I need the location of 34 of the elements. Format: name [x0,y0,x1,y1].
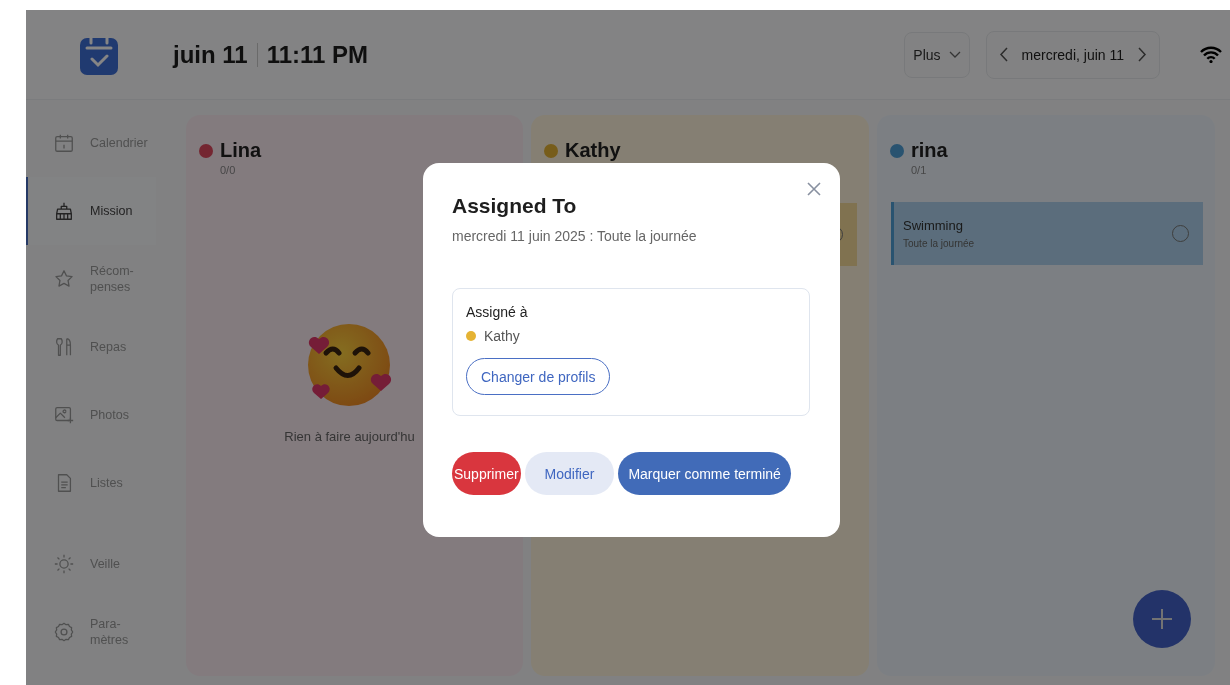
assigned-label: Assigné à [466,304,528,320]
dialog-title: Assigned To [452,194,578,218]
task-title: Swimming [903,218,964,233]
sun-icon [53,553,75,575]
edit-button[interactable]: Modifier [524,452,615,495]
current-date-label: mercredi, juin 11 [1021,46,1124,63]
plus-icon [1151,608,1173,630]
header-date: juin 11 [173,40,248,69]
add-button[interactable] [1133,590,1191,648]
header-time: 11:11 PM [266,40,369,69]
chevron-left-icon [998,47,1008,62]
person-name: Kathy [565,139,621,162]
calendar-icon [53,132,75,154]
more-dropdown[interactable]: Plus [904,31,970,78]
close-button[interactable] [806,181,822,197]
chevron-down-icon [948,50,961,59]
mark-done-button[interactable]: Marquer comme terminé [618,452,791,495]
previous-day-button[interactable] [998,47,1008,62]
person-name: Lina [220,139,262,162]
delete-button[interactable]: Supprimer [452,452,521,495]
gear-icon [53,621,75,643]
chevron-right-icon [1138,47,1147,62]
empty-message: Rien à faire aujourd'hu [284,428,415,444]
dialog-subtitle: mercredi 11 juin 2025 : Toute la journée [452,228,698,244]
task-time: Toute la journée [903,238,976,249]
next-day-button[interactable] [1138,47,1147,62]
task-count: 0/1 [911,164,928,176]
close-icon [806,181,822,197]
image-plus-icon [53,404,75,426]
person-name: rina [911,139,948,162]
change-profile-button[interactable]: Changer de profils [466,358,611,395]
star-icon [53,268,75,290]
wifi-icon [1200,46,1222,63]
assignee-name: Kathy [484,328,520,344]
